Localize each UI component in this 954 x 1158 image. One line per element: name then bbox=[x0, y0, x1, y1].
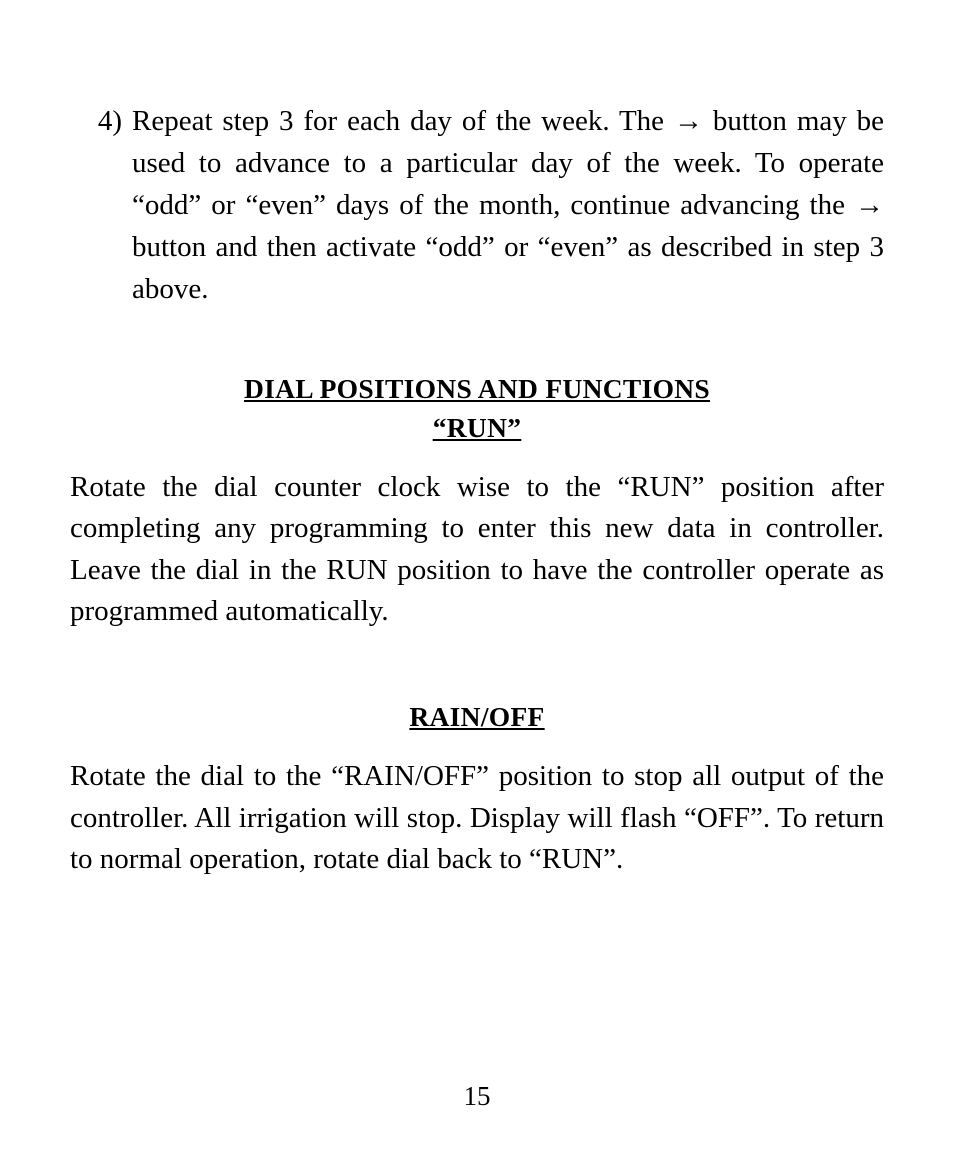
right-arrow-icon: → bbox=[674, 105, 703, 137]
list-item-body: Repeat step 3 for each day of the week. … bbox=[132, 100, 884, 310]
section-heading-dial-positions: DIAL POSITIONS AND FUNCTIONS “RUN” bbox=[70, 370, 884, 447]
page: 4) Repeat step 3 for each day of the wee… bbox=[0, 0, 954, 1158]
section-body-rain-off: Rotate the dial to the “RAIN/OFF” positi… bbox=[70, 756, 884, 880]
section-heading-rain-off: RAIN/OFF bbox=[70, 698, 884, 737]
page-number: 15 bbox=[0, 1081, 954, 1112]
text-fragment: button and then activate “odd” or “even”… bbox=[132, 231, 884, 305]
text-fragment: Repeat step 3 for each day of the week. … bbox=[132, 105, 674, 137]
right-arrow-icon: → bbox=[855, 189, 884, 221]
heading-line: DIAL POSITIONS AND FUNCTIONS bbox=[70, 370, 884, 409]
list-marker: 4) bbox=[70, 100, 132, 142]
heading-line: “RUN” bbox=[70, 409, 884, 448]
list-item-4: 4) Repeat step 3 for each day of the wee… bbox=[70, 100, 884, 310]
section-body-run: Rotate the dial counter clock wise to th… bbox=[70, 467, 884, 632]
heading-line: RAIN/OFF bbox=[70, 698, 884, 737]
